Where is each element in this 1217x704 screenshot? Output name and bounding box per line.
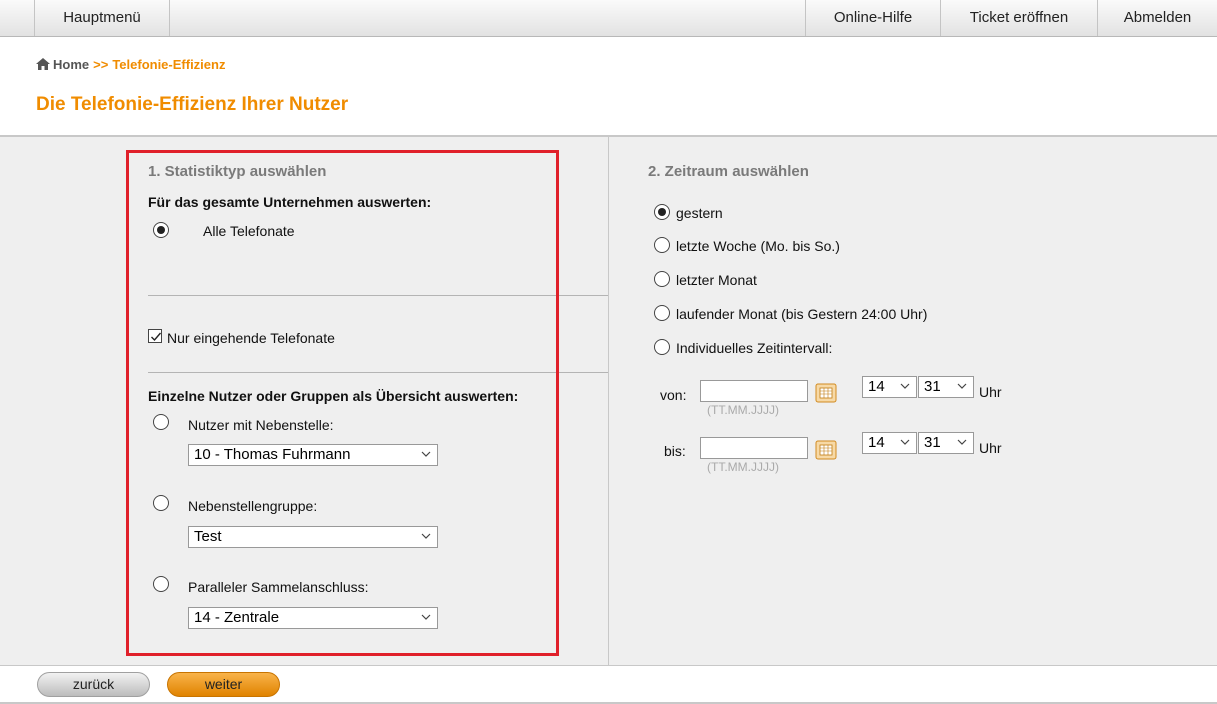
radio-extension-group[interactable] <box>153 495 169 511</box>
radio-custom-interval[interactable] <box>654 339 670 355</box>
from-hour-value: 14 <box>868 378 885 395</box>
to-date-input[interactable] <box>700 437 808 459</box>
chevron-down-icon <box>900 439 910 445</box>
extension-group-select[interactable]: Test <box>188 526 438 548</box>
from-minute-select[interactable]: 31 <box>918 376 974 398</box>
chevron-down-icon <box>957 439 967 445</box>
radio-current-month[interactable] <box>654 305 670 321</box>
chevron-down-icon <box>421 533 431 539</box>
home-icon <box>36 58 50 70</box>
from-uhr-label: Uhr <box>979 384 1002 400</box>
to-hour-select[interactable]: 14 <box>862 432 917 454</box>
user-extension-select[interactable]: 10 - Thomas Fuhrmann <box>188 444 438 466</box>
logout-link[interactable]: Abmelden <box>1097 0 1217 36</box>
incoming-only-label: Nur eingehende Telefonate <box>167 330 335 346</box>
radio-yesterday[interactable] <box>654 204 670 220</box>
breadcrumb-current[interactable]: Telefonie-Effizienz <box>112 57 225 72</box>
radio-last-month[interactable] <box>654 271 670 287</box>
individual-heading: Einzelne Nutzer oder Gruppen als Übersic… <box>148 388 519 404</box>
option-last-week-label: letzte Woche (Mo. bis So.) <box>676 238 840 254</box>
top-nav: Hauptmenü Online-Hilfe Ticket eröffnen A… <box>0 0 1217 37</box>
radio-hunt-group[interactable] <box>153 576 169 592</box>
all-calls-label: Alle Telefonate <box>203 223 295 239</box>
to-minute-select[interactable]: 31 <box>918 432 974 454</box>
from-hour-select[interactable]: 14 <box>862 376 917 398</box>
section1-title: 1. Statistiktyp auswählen <box>148 163 327 180</box>
chevron-down-icon <box>421 451 431 457</box>
section2-title: 2. Zeitraum auswählen <box>648 163 809 180</box>
breadcrumb: Home >> Telefonie-Effizienz <box>36 57 225 72</box>
chevron-down-icon <box>957 383 967 389</box>
radio-all-calls[interactable] <box>153 222 169 238</box>
to-date-hint: (TT.MM.JJJJ) <box>707 460 779 474</box>
divider-2 <box>148 372 608 373</box>
option-last-month-label: letzter Monat <box>676 272 757 288</box>
main-menu-link[interactable]: Hauptmenü <box>34 0 170 36</box>
chevron-down-icon <box>900 383 910 389</box>
to-uhr-label: Uhr <box>979 440 1002 456</box>
incoming-only-checkbox[interactable] <box>148 329 162 343</box>
calendar-icon[interactable] <box>815 440 837 460</box>
option-custom-interval-label: Individuelles Zeitintervall: <box>676 340 833 356</box>
hunt-group-label: Paralleler Sammelanschluss: <box>188 579 369 595</box>
to-label: bis: <box>664 443 686 459</box>
column-divider <box>608 137 609 666</box>
checkmark-icon <box>151 332 162 342</box>
breadcrumb-home[interactable]: Home <box>53 57 89 72</box>
from-date-input[interactable] <box>700 380 808 402</box>
option-yesterday-label: gestern <box>676 205 723 221</box>
chevron-down-icon <box>421 614 431 620</box>
from-date-hint: (TT.MM.JJJJ) <box>707 403 779 417</box>
back-button[interactable]: zurück <box>37 672 150 697</box>
from-minute-value: 31 <box>924 378 941 395</box>
option-current-month-label: laufender Monat (bis Gestern 24:00 Uhr) <box>676 306 928 322</box>
extension-group-label: Nebenstellengruppe: <box>188 498 318 514</box>
open-ticket-link[interactable]: Ticket eröffnen <box>940 0 1097 36</box>
online-help-link[interactable]: Online-Hilfe <box>805 0 940 36</box>
radio-last-week[interactable] <box>654 237 670 253</box>
hunt-group-value: 14 - Zentrale <box>194 609 280 626</box>
extension-group-value: Test <box>194 528 222 545</box>
calendar-icon[interactable] <box>815 383 837 403</box>
from-label: von: <box>660 387 687 403</box>
to-minute-value: 31 <box>924 434 941 451</box>
next-button[interactable]: weiter <box>167 672 280 697</box>
divider-1 <box>148 295 608 296</box>
page-title: Die Telefonie-Effizienz Ihrer Nutzer <box>36 94 349 115</box>
breadcrumb-separator: >> <box>93 57 109 72</box>
hunt-group-select[interactable]: 14 - Zentrale <box>188 607 438 629</box>
user-extension-value: 10 - Thomas Fuhrmann <box>194 446 351 463</box>
user-extension-label: Nutzer mit Nebenstelle: <box>188 417 334 433</box>
company-heading: Für das gesamte Unternehmen auswerten: <box>148 194 432 210</box>
radio-user-extension[interactable] <box>153 414 169 430</box>
to-hour-value: 14 <box>868 434 885 451</box>
